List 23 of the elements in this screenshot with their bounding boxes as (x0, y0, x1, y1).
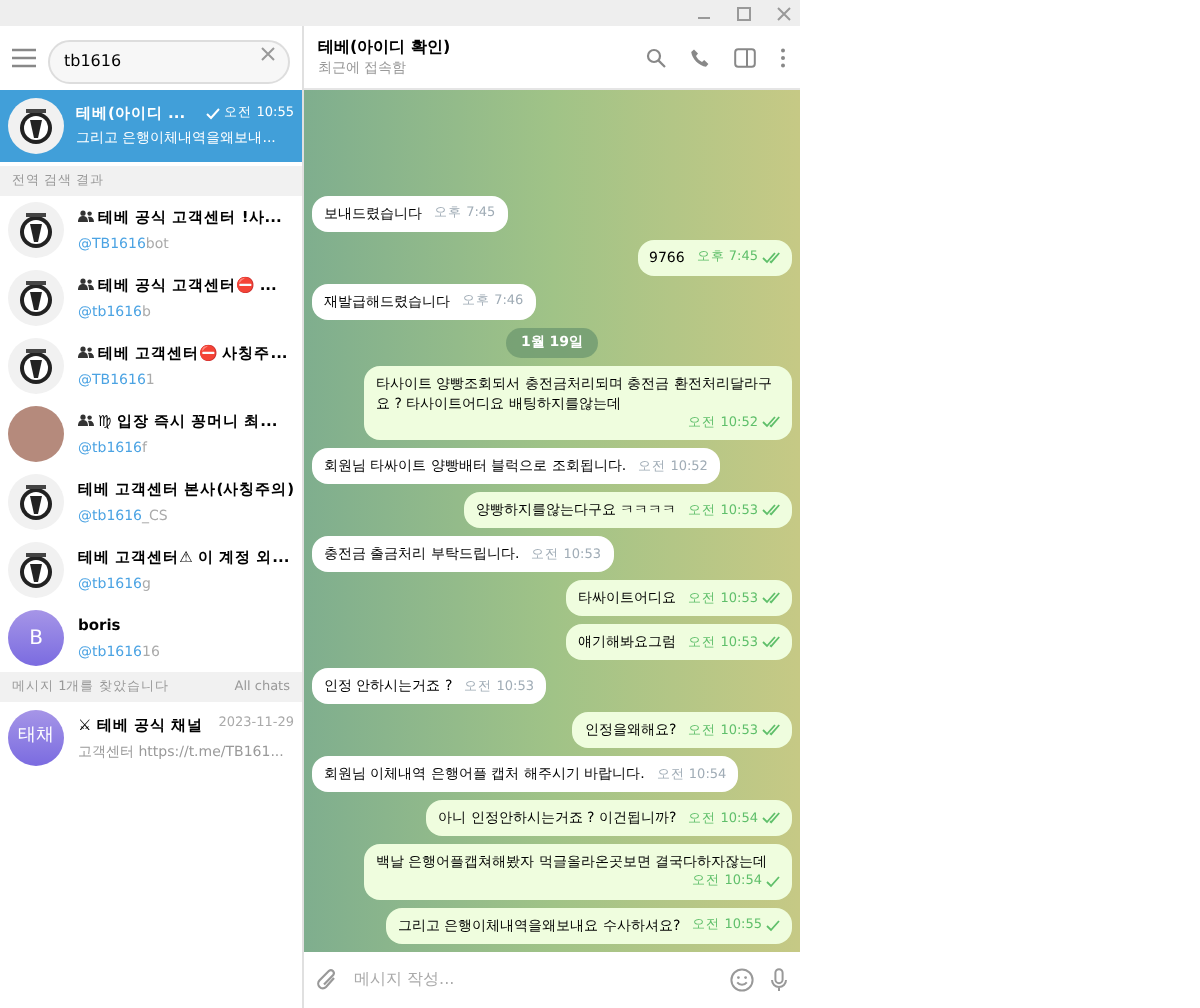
message-input[interactable]: 메시지 작성... (354, 968, 714, 992)
logo-avatar (8, 98, 64, 154)
maximize-icon[interactable] (736, 5, 752, 21)
more-icon[interactable] (780, 47, 786, 67)
attach-icon[interactable] (316, 968, 338, 992)
logo-avatar (8, 474, 64, 530)
clear-icon[interactable] (260, 46, 276, 63)
chat-title: 테베(아이디 확인) (318, 36, 453, 58)
photo-placeholder (8, 406, 64, 462)
menu-icon[interactable] (12, 48, 36, 68)
logo-avatar (8, 542, 64, 598)
letter-avatar: B (8, 610, 64, 666)
search-field[interactable]: tb1616 (48, 39, 290, 84)
logo-avatar (8, 338, 64, 394)
logo-avatar (8, 270, 64, 326)
letter-avatar: 태채 (8, 710, 64, 766)
microphone-icon[interactable] (770, 968, 788, 992)
phone-icon[interactable] (690, 47, 710, 67)
search-icon[interactable] (646, 47, 666, 67)
close-icon[interactable] (776, 5, 792, 21)
emoji-icon[interactable] (730, 968, 754, 992)
sidebar-icon[interactable] (734, 47, 756, 67)
logo-avatar (8, 202, 64, 258)
